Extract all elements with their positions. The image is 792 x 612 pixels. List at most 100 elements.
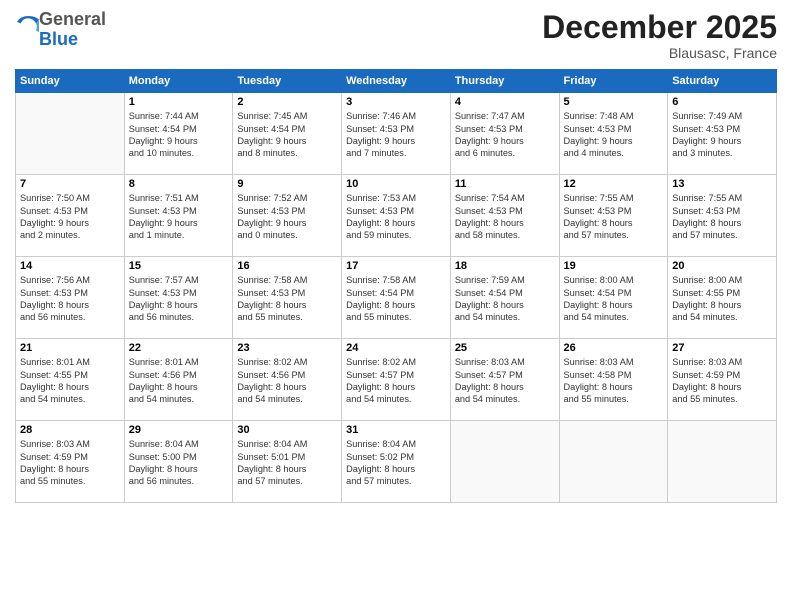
week-row-5: 28Sunrise: 8:03 AMSunset: 4:59 PMDayligh… xyxy=(16,421,777,503)
day-info: Sunrise: 7:51 AMSunset: 4:53 PMDaylight:… xyxy=(129,192,229,242)
day-cell: 20Sunrise: 8:00 AMSunset: 4:55 PMDayligh… xyxy=(668,257,777,339)
week-row-2: 7 Sunrise: 7:50 AMSunset: 4:53 PMDaylight… xyxy=(16,175,777,257)
logo-general-text: General xyxy=(39,9,106,29)
day-number: 9 xyxy=(237,178,337,190)
day-cell: 21Sunrise: 8:01 AMSunset: 4:55 PMDayligh… xyxy=(16,339,125,421)
location: Blausasc, France xyxy=(542,45,777,61)
day-info: Sunrise: 7:59 AMSunset: 4:54 PMDaylight:… xyxy=(455,274,555,324)
col-wednesday: Wednesday xyxy=(342,70,451,93)
day-number: 25 xyxy=(455,342,555,354)
day-number: 19 xyxy=(564,260,664,272)
day-info: Sunrise: 7:46 AMSunset: 4:53 PMDaylight:… xyxy=(346,110,446,160)
day-number: 24 xyxy=(346,342,446,354)
logo: General Blue xyxy=(15,10,106,50)
page: General Blue December 2025 Blausasc, Fra… xyxy=(0,0,792,612)
day-cell: 4 Sunrise: 7:47 AMSunset: 4:53 PMDaylight… xyxy=(450,93,559,175)
day-number: 20 xyxy=(672,260,772,272)
day-number: 22 xyxy=(129,342,229,354)
day-cell: 9 Sunrise: 7:52 AMSunset: 4:53 PMDaylight… xyxy=(233,175,342,257)
day-cell: 6Sunrise: 7:49 AMSunset: 4:53 PMDaylight… xyxy=(668,93,777,175)
day-cell: 11 Sunrise: 7:54 AMSunset: 4:53 PMDayligh… xyxy=(450,175,559,257)
day-cell: 18 Sunrise: 7:59 AMSunset: 4:54 PMDayligh… xyxy=(450,257,559,339)
week-row-3: 14 Sunrise: 7:56 AMSunset: 4:53 PMDayligh… xyxy=(16,257,777,339)
day-number: 1 xyxy=(129,96,229,108)
day-number: 26 xyxy=(564,342,664,354)
day-info: Sunrise: 8:01 AMSunset: 4:55 PMDaylight:… xyxy=(20,356,120,406)
day-cell: 23Sunrise: 8:02 AMSunset: 4:56 PMDayligh… xyxy=(233,339,342,421)
day-cell: 16Sunrise: 7:58 AMSunset: 4:53 PMDayligh… xyxy=(233,257,342,339)
day-number: 29 xyxy=(129,424,229,436)
day-info: Sunrise: 7:57 AMSunset: 4:53 PMDaylight:… xyxy=(129,274,229,324)
day-number: 12 xyxy=(564,178,664,190)
day-cell: 26 Sunrise: 8:03 AMSunset: 4:58 PMDayligh… xyxy=(559,339,668,421)
day-info: Sunrise: 7:50 AMSunset: 4:53 PMDaylight:… xyxy=(20,192,120,242)
day-info: Sunrise: 7:55 AMSunset: 4:53 PMDaylight:… xyxy=(672,192,772,242)
day-cell: 1 Sunrise: 7:44 AMSunset: 4:54 PMDaylight… xyxy=(124,93,233,175)
day-info: Sunrise: 8:03 AMSunset: 4:59 PMDaylight:… xyxy=(20,438,120,488)
col-saturday: Saturday xyxy=(668,70,777,93)
day-cell: 3Sunrise: 7:46 AMSunset: 4:53 PMDaylight… xyxy=(342,93,451,175)
day-info: Sunrise: 7:54 AMSunset: 4:53 PMDaylight:… xyxy=(455,192,555,242)
day-info: Sunrise: 8:03 AMSunset: 4:59 PMDaylight:… xyxy=(672,356,772,406)
day-info: Sunrise: 7:53 AMSunset: 4:53 PMDaylight:… xyxy=(346,192,446,242)
day-number: 7 xyxy=(20,178,120,190)
day-cell: 10 Sunrise: 7:53 AMSunset: 4:53 PMDayligh… xyxy=(342,175,451,257)
day-number: 10 xyxy=(346,178,446,190)
day-info: Sunrise: 8:01 AMSunset: 4:56 PMDaylight:… xyxy=(129,356,229,406)
day-number: 14 xyxy=(20,260,120,272)
day-cell: 19 Sunrise: 8:00 AMSunset: 4:54 PMDayligh… xyxy=(559,257,668,339)
col-thursday: Thursday xyxy=(450,70,559,93)
header: General Blue December 2025 Blausasc, Fra… xyxy=(15,10,777,61)
day-cell: 14 Sunrise: 7:56 AMSunset: 4:53 PMDayligh… xyxy=(16,257,125,339)
day-cell: 13 Sunrise: 7:55 AMSunset: 4:53 PMDayligh… xyxy=(668,175,777,257)
day-info: Sunrise: 8:00 AMSunset: 4:54 PMDaylight:… xyxy=(564,274,664,324)
day-cell xyxy=(559,421,668,503)
day-info: Sunrise: 7:45 AMSunset: 4:54 PMDaylight:… xyxy=(237,110,337,160)
day-number: 6 xyxy=(672,96,772,108)
day-number: 27 xyxy=(672,342,772,354)
day-info: Sunrise: 7:47 AMSunset: 4:53 PMDaylight:… xyxy=(455,110,555,160)
day-number: 2 xyxy=(237,96,337,108)
day-cell: 28Sunrise: 8:03 AMSunset: 4:59 PMDayligh… xyxy=(16,421,125,503)
day-info: Sunrise: 8:02 AMSunset: 4:56 PMDaylight:… xyxy=(237,356,337,406)
day-cell: 31Sunrise: 8:04 AMSunset: 5:02 PMDayligh… xyxy=(342,421,451,503)
day-info: Sunrise: 7:55 AMSunset: 4:53 PMDaylight:… xyxy=(564,192,664,242)
logo-blue-text: Blue xyxy=(39,29,78,49)
day-cell: 22 Sunrise: 8:01 AMSunset: 4:56 PMDayligh… xyxy=(124,339,233,421)
day-info: Sunrise: 7:44 AMSunset: 4:54 PMDaylight:… xyxy=(129,110,229,160)
day-cell: 25 Sunrise: 8:03 AMSunset: 4:57 PMDayligh… xyxy=(450,339,559,421)
day-number: 11 xyxy=(455,178,555,190)
col-sunday: Sunday xyxy=(16,70,125,93)
day-number: 31 xyxy=(346,424,446,436)
day-cell: 24Sunrise: 8:02 AMSunset: 4:57 PMDayligh… xyxy=(342,339,451,421)
day-cell: 8 Sunrise: 7:51 AMSunset: 4:53 PMDaylight… xyxy=(124,175,233,257)
title-block: December 2025 Blausasc, France xyxy=(542,10,777,61)
day-number: 4 xyxy=(455,96,555,108)
day-cell: 30Sunrise: 8:04 AMSunset: 5:01 PMDayligh… xyxy=(233,421,342,503)
day-number: 16 xyxy=(237,260,337,272)
day-number: 15 xyxy=(129,260,229,272)
day-cell: 29 Sunrise: 8:04 AMSunset: 5:00 PMDayligh… xyxy=(124,421,233,503)
day-number: 13 xyxy=(672,178,772,190)
month-title: December 2025 xyxy=(542,10,777,45)
day-number: 18 xyxy=(455,260,555,272)
calendar-table: Sunday Monday Tuesday Wednesday Thursday… xyxy=(15,69,777,503)
day-info: Sunrise: 8:04 AMSunset: 5:00 PMDaylight:… xyxy=(129,438,229,488)
day-info: Sunrise: 8:03 AMSunset: 4:58 PMDaylight:… xyxy=(564,356,664,406)
day-info: Sunrise: 7:52 AMSunset: 4:53 PMDaylight:… xyxy=(237,192,337,242)
day-cell: 2 Sunrise: 7:45 AMSunset: 4:54 PMDaylight… xyxy=(233,93,342,175)
day-number: 5 xyxy=(564,96,664,108)
day-number: 17 xyxy=(346,260,446,272)
day-number: 8 xyxy=(129,178,229,190)
logo-icon xyxy=(17,16,39,38)
day-cell xyxy=(450,421,559,503)
day-info: Sunrise: 8:03 AMSunset: 4:57 PMDaylight:… xyxy=(455,356,555,406)
day-cell xyxy=(16,93,125,175)
week-row-1: 1 Sunrise: 7:44 AMSunset: 4:54 PMDaylight… xyxy=(16,93,777,175)
col-friday: Friday xyxy=(559,70,668,93)
day-cell: 15 Sunrise: 7:57 AMSunset: 4:53 PMDayligh… xyxy=(124,257,233,339)
day-info: Sunrise: 7:56 AMSunset: 4:53 PMDaylight:… xyxy=(20,274,120,324)
week-row-4: 21Sunrise: 8:01 AMSunset: 4:55 PMDayligh… xyxy=(16,339,777,421)
col-tuesday: Tuesday xyxy=(233,70,342,93)
day-cell: 27 Sunrise: 8:03 AMSunset: 4:59 PMDayligh… xyxy=(668,339,777,421)
